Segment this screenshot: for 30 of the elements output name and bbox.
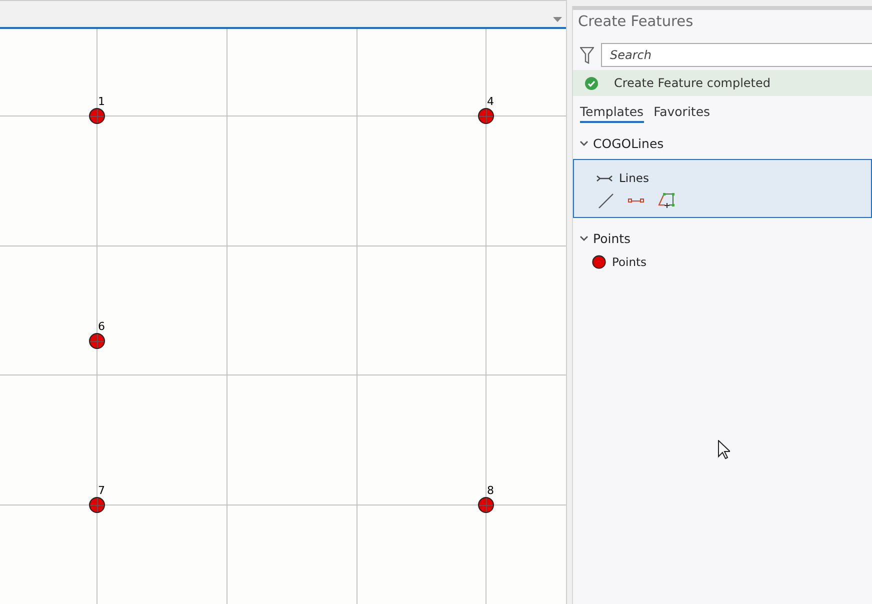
point-marker: [478, 497, 494, 513]
search-field[interactable]: Search: [601, 43, 872, 67]
point-label: 4: [487, 96, 494, 108]
check-circle-icon: [585, 76, 598, 90]
template-item[interactable]: Lines: [573, 159, 872, 218]
point-marker: [89, 108, 105, 124]
point-marker: [89, 333, 105, 349]
panel-title: Create Features: [577, 13, 694, 32]
tab[interactable]: Favorites: [654, 104, 710, 123]
point-symbol-icon: [592, 255, 606, 269]
chevron-icon: [580, 236, 588, 240]
point-label: 8: [487, 485, 494, 497]
line-tool-icon[interactable]: [598, 192, 614, 208]
chevron-icon: [580, 140, 588, 146]
dropdown-caret-icon[interactable]: [553, 17, 562, 23]
point-label: 1: [98, 96, 105, 108]
point-label: 6: [98, 321, 105, 333]
status-text: Create Feature completed: [614, 76, 771, 90]
point-marker: [89, 497, 105, 513]
group-header[interactable]: Points: [573, 218, 872, 246]
polygon-tool-icon[interactable]: [658, 192, 675, 209]
filter-icon[interactable]: [580, 46, 594, 64]
template-item[interactable]: Points: [573, 252, 872, 270]
tab[interactable]: Templates: [580, 104, 644, 123]
mouse-pointer-icon: [718, 440, 730, 459]
line-symbol-icon: [596, 174, 613, 182]
segment-tool-icon[interactable]: [628, 198, 644, 204]
point-label: 7: [98, 485, 105, 497]
point-marker: [478, 108, 494, 124]
group-header[interactable]: COGOLines: [573, 123, 872, 151]
